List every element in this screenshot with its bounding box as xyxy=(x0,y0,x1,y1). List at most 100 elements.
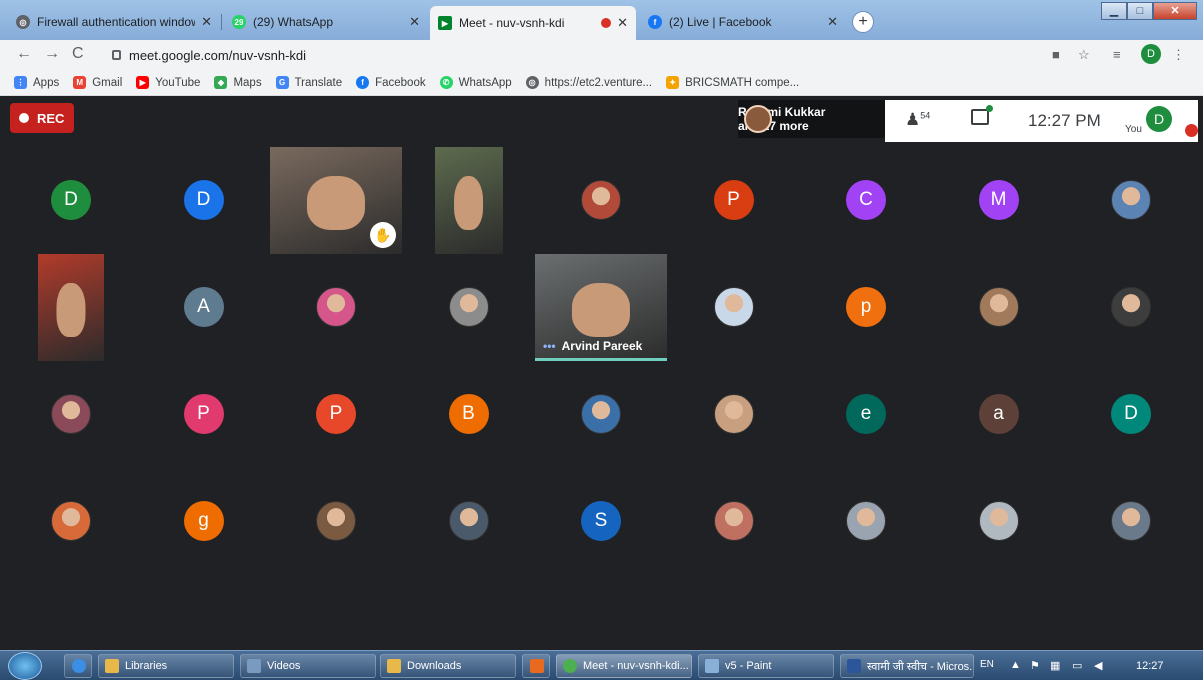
participant-initial-avatar[interactable]: p xyxy=(846,287,886,327)
reading-list-icon[interactable]: ≡ xyxy=(1113,47,1121,62)
video-tile-speaking[interactable]: ••• Arvind Pareek xyxy=(535,253,667,361)
participant-initial-avatar[interactable]: P xyxy=(713,180,754,220)
flag-icon[interactable]: ⚑ xyxy=(1030,659,1040,672)
tab-firewall[interactable]: ◎ Firewall authentication window h ✕ xyxy=(8,8,220,36)
start-button[interactable] xyxy=(8,652,42,680)
person-silhouette xyxy=(306,176,366,230)
tab-whatsapp[interactable]: 29 (29) WhatsApp ✕ xyxy=(224,8,428,36)
participant-initial-avatar[interactable]: M xyxy=(978,180,1019,220)
participant-photo-avatar[interactable] xyxy=(448,501,489,541)
participant-photo-avatar[interactable] xyxy=(448,287,489,327)
taskbar-word[interactable]: स्वामी जी स्वीच - Micros... xyxy=(840,654,974,678)
people-button[interactable]: ♟54 xyxy=(905,110,930,130)
lock-icon xyxy=(112,50,121,60)
participant-photo-avatar[interactable] xyxy=(1111,501,1151,541)
participant-initial-avatar[interactable]: D xyxy=(51,180,91,220)
word-icon xyxy=(847,659,861,673)
participant-initial-avatar[interactable]: e xyxy=(846,394,886,434)
chat-icon[interactable] xyxy=(971,105,993,125)
participant-initial-avatar[interactable]: D xyxy=(183,180,224,220)
taskbar-videos[interactable]: Videos xyxy=(240,654,376,678)
taskbar-meet[interactable]: Meet - nuv-vsnh-kdi... xyxy=(556,654,692,678)
volume-icon[interactable]: ◀ xyxy=(1094,659,1102,672)
participant-photo-avatar[interactable] xyxy=(51,394,91,434)
taskbar-paint[interactable]: v5 - Paint xyxy=(698,654,834,678)
close-tab-icon[interactable]: ✕ xyxy=(201,14,212,30)
folder-icon xyxy=(387,659,401,673)
participant-photo-avatar[interactable] xyxy=(978,501,1019,541)
tray-arrow-icon[interactable]: ▲ xyxy=(1010,659,1021,671)
bookmark-apps[interactable]: ⋮ Apps xyxy=(14,76,59,89)
profile-avatar[interactable]: D xyxy=(1141,44,1161,64)
bookmark-facebook[interactable]: f Facebook xyxy=(356,76,426,89)
taskbar-clock[interactable]: 12:27 xyxy=(1136,660,1164,672)
participant-photo-avatar[interactable] xyxy=(1111,287,1151,327)
reload-icon[interactable]: C xyxy=(72,45,84,63)
star-icon[interactable]: ☆ xyxy=(1078,47,1090,63)
participant-photo-avatar[interactable] xyxy=(713,394,754,434)
self-avatar[interactable]: D xyxy=(1146,106,1172,132)
new-tab-button[interactable]: + xyxy=(852,11,874,33)
people-icon: ♟ xyxy=(905,110,921,129)
bookmark-whatsapp[interactable]: ✆ WhatsApp xyxy=(439,76,512,89)
participant-photo-avatar[interactable] xyxy=(316,287,356,327)
participant-initial-avatar[interactable]: B xyxy=(448,394,489,434)
participant-photo-avatar[interactable] xyxy=(581,394,621,434)
maximize-button[interactable]: □ xyxy=(1127,2,1153,20)
forward-icon[interactable]: → xyxy=(44,45,60,63)
participant-photo-avatar[interactable] xyxy=(581,180,621,220)
participant-photo-avatar[interactable] xyxy=(713,287,754,327)
participant-initial-avatar[interactable]: g xyxy=(183,501,224,541)
participant-initial-avatar[interactable]: C xyxy=(846,180,886,220)
bookmark-maps[interactable]: ◆ Maps xyxy=(214,76,262,89)
paint-icon xyxy=(705,659,719,673)
participant-photo-avatar[interactable] xyxy=(978,287,1019,327)
bookmark-youtube[interactable]: ▶ YouTube xyxy=(136,76,200,89)
back-icon[interactable]: ← xyxy=(16,45,32,63)
tab-facebook[interactable]: f (2) Live | Facebook ✕ xyxy=(640,8,846,36)
camera-icon[interactable]: ■ xyxy=(1052,47,1060,62)
menu-icon[interactable]: ⋮ xyxy=(1172,47,1185,63)
network-icon[interactable]: ▦ xyxy=(1050,659,1060,672)
bookmarks-bar: ⋮ Apps M Gmail ▶ YouTube ◆ Maps G Translate f… xyxy=(0,70,1203,96)
participant-initial-avatar[interactable]: P xyxy=(183,394,224,434)
meet-toolbar: ♟54 12:27 PM You D xyxy=(885,100,1198,142)
taskbar-downloads[interactable]: Downloads xyxy=(380,654,516,678)
meet-icon: ▶ xyxy=(438,16,452,30)
bookmark-gmail[interactable]: M Gmail xyxy=(73,76,122,89)
you-label: You xyxy=(1125,124,1142,135)
video-tile[interactable] xyxy=(38,253,104,361)
tab-meet[interactable]: ▶ Meet - nuv-vsnh-kdi ✕ xyxy=(430,6,636,40)
close-window-button[interactable]: ✕ xyxy=(1153,2,1197,20)
monitor-icon[interactable]: ▭ xyxy=(1072,659,1082,672)
participant-initial-avatar[interactable]: D xyxy=(1111,394,1151,434)
url-field[interactable]: meet.google.com/nuv-vsnh-kdi xyxy=(100,43,1030,67)
apps-grid-icon: ⋮ xyxy=(14,76,27,89)
language-indicator[interactable]: EN xyxy=(980,659,994,670)
participant-photo-avatar[interactable] xyxy=(846,501,886,541)
close-tab-icon[interactable]: ✕ xyxy=(409,14,420,30)
bookmark-translate[interactable]: G Translate xyxy=(275,76,342,89)
minimize-button[interactable]: ▁ xyxy=(1101,2,1127,20)
participant-photo-avatar[interactable] xyxy=(316,501,356,541)
participant-photo-avatar[interactable] xyxy=(1111,180,1151,220)
translate-icon: G xyxy=(275,76,289,89)
participant-photo-avatar[interactable] xyxy=(713,501,754,541)
participant-photo-avatar[interactable] xyxy=(51,501,91,541)
participant-initial-avatar[interactable]: P xyxy=(316,394,356,434)
presenter-indicator[interactable]: Rashmi Kukkar and 17 more xyxy=(738,100,885,138)
bookmark-etc2[interactable]: ◎ https://etc2.venture... xyxy=(525,76,652,89)
globe-icon: ◎ xyxy=(525,76,539,89)
video-tile[interactable] xyxy=(434,146,503,254)
participant-initial-avatar[interactable]: A xyxy=(183,287,224,327)
participant-initial-avatar[interactable]: a xyxy=(978,394,1019,434)
ie-button[interactable] xyxy=(64,654,92,678)
bookmark-bricsmath[interactable]: ✦ BRICSMATH compe... xyxy=(666,76,799,89)
close-tab-icon[interactable]: ✕ xyxy=(617,15,628,31)
participant-initial-avatar[interactable]: S xyxy=(581,501,621,541)
meet-clock: 12:27 PM xyxy=(1028,111,1101,130)
video-tile[interactable]: ✋ xyxy=(270,146,402,254)
taskbar-libraries[interactable]: Libraries xyxy=(98,654,234,678)
taskbar-media-player[interactable] xyxy=(522,654,550,678)
close-tab-icon[interactable]: ✕ xyxy=(827,14,838,30)
